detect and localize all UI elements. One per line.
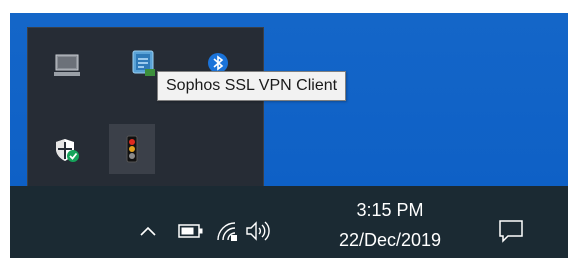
taskbar xyxy=(10,186,568,258)
clock-date: 22/Dec/2019 xyxy=(338,230,442,250)
monitor-icon[interactable] xyxy=(46,44,88,86)
desktop: Sophos SSL VPN Client 3:15 PM 22/Dec/201… xyxy=(0,0,568,258)
tooltip: Sophos SSL VPN Client xyxy=(157,71,347,101)
windows-defender-shield-icon[interactable] xyxy=(46,129,88,171)
wifi-icon[interactable] xyxy=(214,218,240,244)
battery-icon[interactable] xyxy=(177,221,205,241)
tray-overflow-flyout xyxy=(27,27,264,188)
clock-time: 3:15 PM xyxy=(356,200,424,220)
speaker-icon[interactable] xyxy=(244,218,272,244)
chevron-up-icon[interactable] xyxy=(136,219,160,243)
notification-icon[interactable] xyxy=(494,214,528,248)
sophos-ssl-vpn-traffic-light-icon[interactable] xyxy=(109,124,155,174)
clock[interactable]: 3:15 PM 22/Dec/2019 xyxy=(315,198,465,252)
